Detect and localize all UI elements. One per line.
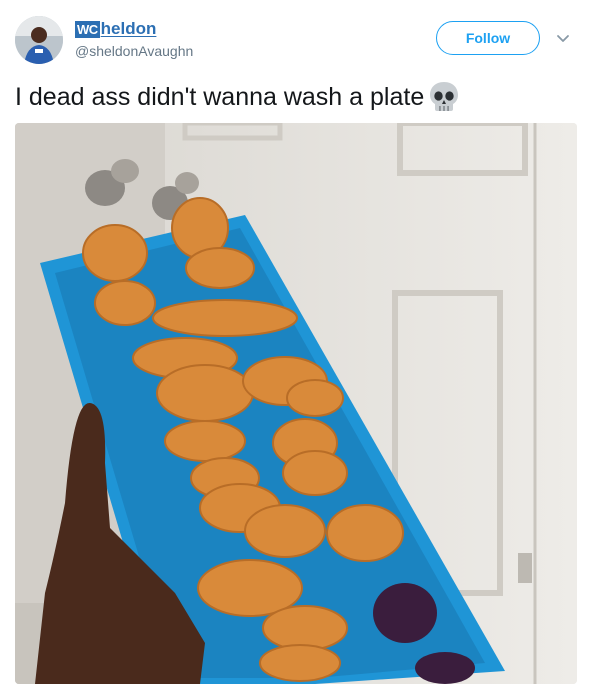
tweet-text-row: I dead ass didn't wanna wash a plate	[15, 80, 460, 114]
display-name-row[interactable]: WC heldon	[75, 18, 193, 40]
avatar[interactable]	[15, 16, 63, 64]
skull-emoji-icon	[428, 80, 460, 114]
tweet-text: I dead ass didn't wanna wash a plate	[15, 83, 425, 111]
chevron-down-icon[interactable]	[555, 31, 571, 47]
user-info: WC heldon @sheldonAvaughn	[75, 18, 193, 59]
tweet-card: WC heldon @sheldonAvaughn Follow I dead …	[0, 0, 592, 696]
display-name[interactable]: heldon	[101, 19, 157, 39]
photo-image	[15, 123, 577, 684]
avatar-image	[15, 16, 63, 64]
user-handle[interactable]: @sheldonAvaughn	[75, 43, 193, 59]
wc-badge: WC	[75, 20, 100, 38]
tweet-photo[interactable]	[15, 123, 577, 684]
follow-button[interactable]: Follow	[436, 21, 540, 55]
